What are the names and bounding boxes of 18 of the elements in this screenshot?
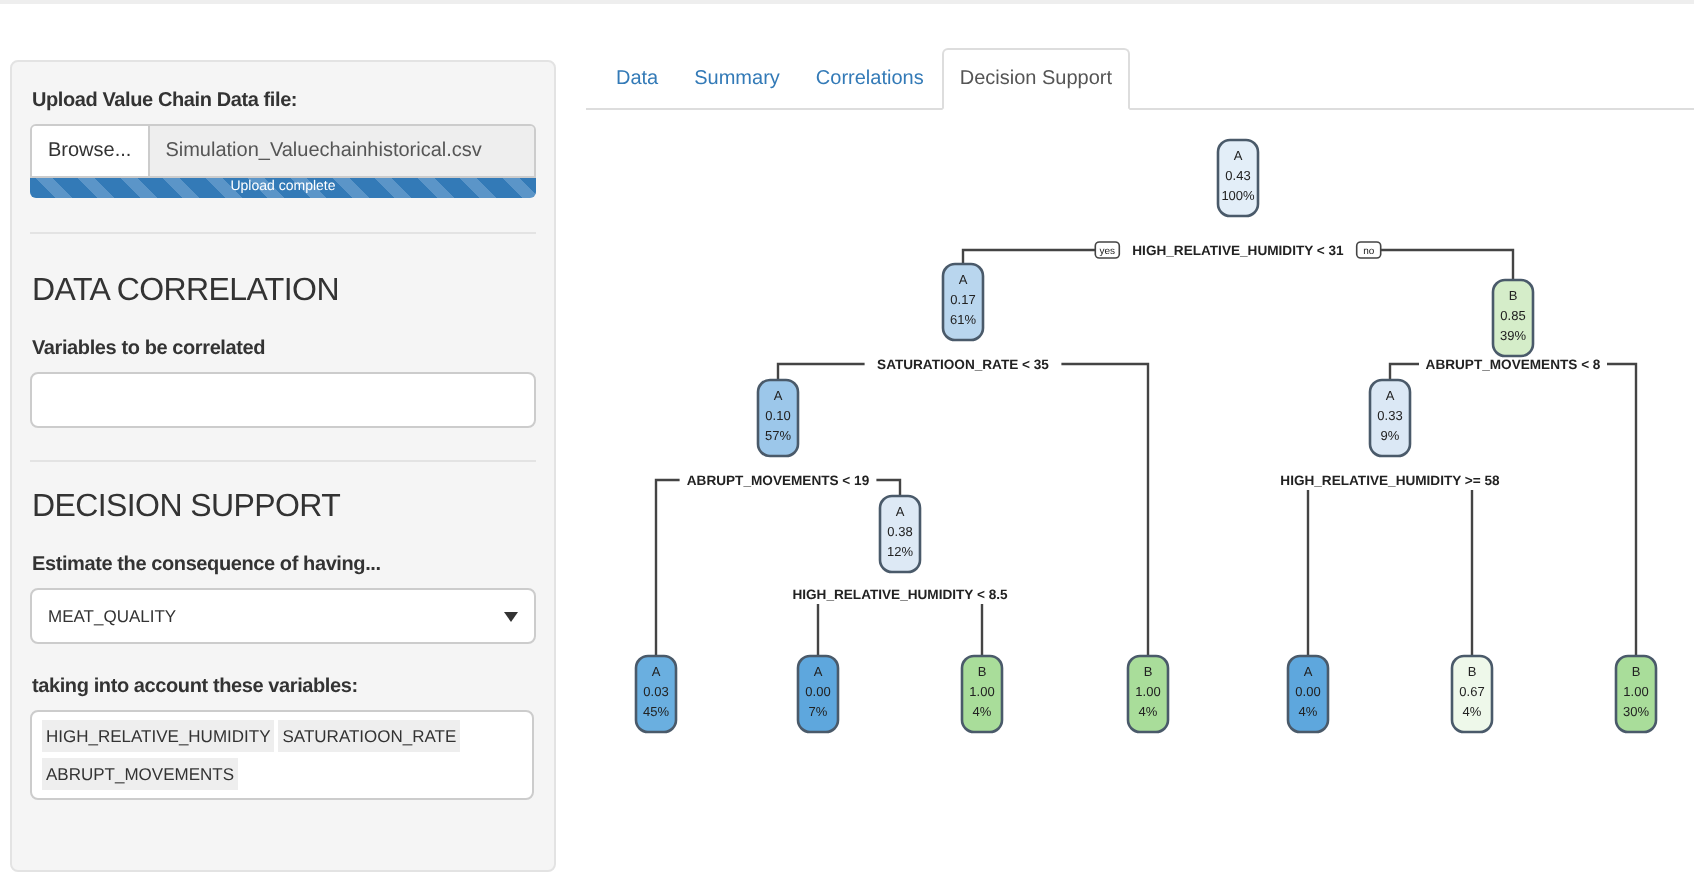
field-label: Upload Value Chain Data file:: [32, 90, 300, 112]
field-label: Estimate the consequence of having...: [32, 554, 383, 576]
tab[interactable]: Data: [598, 48, 677, 110]
file-field[interactable]: Browse... Simulation_Valuechainhistorical.csv: [30, 124, 536, 178]
variable-chip[interactable]: HIGH_RELATIVE_HUMIDITY: [42, 720, 275, 752]
field-label: taking into account these variables:: [32, 676, 360, 698]
tab[interactable]: Summary: [676, 48, 798, 110]
browse-button[interactable]: Browse...: [32, 126, 150, 176]
tab[interactable]: Correlations: [797, 48, 942, 110]
field-label: Variables to be correlated: [32, 338, 268, 360]
multi-select-field[interactable]: HIGH_RELATIVE_HUMIDITY SATURATIOON_RATE ABRUPT_MOVEMENTS: [30, 710, 534, 800]
section-heading: DECISION SUPPORT: [32, 490, 343, 526]
variable-chip[interactable]: ABRUPT_MOVEMENTS: [42, 758, 238, 790]
section-heading: DATA CORRELATION: [32, 274, 341, 310]
select-field[interactable]: MEAT_QUALITY: [30, 588, 536, 644]
variable-chip[interactable]: SATURATIOON_RATE: [278, 720, 461, 752]
tab[interactable]: Decision Support: [941, 48, 1130, 110]
file-name: Simulation_Valuechainhistorical.csv: [149, 126, 534, 176]
